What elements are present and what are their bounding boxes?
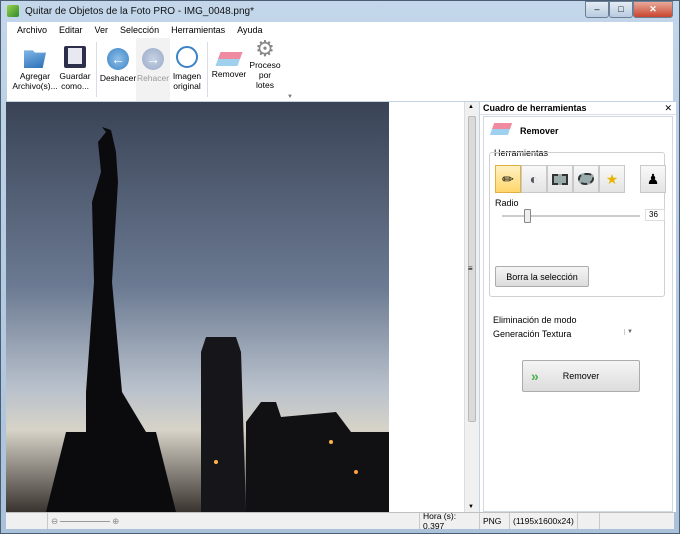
image-canvas[interactable] (6, 102, 389, 512)
ribbon-expand-icon[interactable]: ▼ (287, 94, 293, 100)
menu-archivo[interactable]: Archivo (17, 25, 47, 35)
zoom-in-icon[interactable]: ⊕ (112, 516, 119, 527)
chevron-down-icon: ▼ (624, 329, 633, 335)
title-bar: Quitar de Objetos de la Foto PRO - IMG_0… (5, 1, 675, 21)
radius-label: Radio (495, 198, 519, 208)
status-dimensions: (1195x1600x24) (510, 513, 578, 529)
menu-editar[interactable]: Editar (59, 25, 83, 35)
undo-button[interactable]: ← Deshacer (100, 38, 136, 101)
mode-dropdown[interactable]: Generación Textura ▼ (493, 329, 633, 343)
remove-action-button[interactable]: » Remover (522, 360, 640, 392)
toolbox-panel: Cuadro de herramientas ✕ Remover Herrami… (479, 102, 676, 512)
status-format: PNG (480, 513, 510, 529)
gear-icon: ⚙ (254, 38, 276, 60)
redo-arrow-icon: → (142, 48, 164, 70)
photo-silhouette (6, 102, 389, 512)
magic-wand-icon: ★ (606, 171, 619, 188)
status-bar: ⊖⊕ Hora (s): 0.397 PNG (1195x1600x24) (6, 512, 674, 529)
folder-icon (24, 46, 46, 68)
clock-icon (176, 46, 198, 68)
undo-arrow-icon: ← (107, 48, 129, 70)
panel-title: Cuadro de herramientas (483, 103, 587, 113)
remove-button[interactable]: Remover (211, 38, 247, 101)
eraser-icon (215, 52, 242, 66)
status-cell (578, 513, 600, 529)
clear-selection-button[interactable]: Borra la selección (495, 266, 589, 287)
pencil-icon: ✏ (502, 171, 514, 188)
scroll-up-arrow[interactable]: ▲ (468, 104, 474, 110)
minimize-button[interactable]: – (585, 1, 609, 18)
menu-seleccion[interactable]: Selección (120, 25, 159, 35)
status-time: Hora (s): 0.397 (420, 513, 480, 529)
app-icon (7, 5, 19, 17)
eraser-icon (490, 123, 512, 135)
rectangle-selection-icon (552, 174, 568, 185)
tool-pencil[interactable]: ✏ (495, 165, 521, 193)
redo-button[interactable]: → Rehacer (136, 38, 170, 101)
stamp-icon: ♟ (647, 171, 660, 188)
radius-slider[interactable] (502, 215, 640, 217)
zoom-slider[interactable]: ⊖⊕ (48, 513, 420, 529)
floppy-disk-icon (64, 46, 86, 68)
app-window: Quitar de Objetos de la Foto PRO - IMG_0… (0, 0, 680, 534)
radius-value-field[interactable]: 36 (645, 209, 665, 221)
menu-ver[interactable]: Ver (95, 25, 109, 35)
menu-ayuda[interactable]: Ayuda (237, 25, 262, 35)
tool-stamp[interactable]: ♟ (640, 165, 666, 193)
mode-label: Eliminación de modo (493, 315, 577, 325)
close-button[interactable]: ✕ (633, 1, 673, 18)
tool-magic-wand[interactable]: ★ (599, 165, 625, 193)
panel-splitter-grip[interactable]: ≡ (468, 264, 473, 273)
canvas-background (389, 102, 464, 512)
ribbon-toolbar: Agregar Archivo(s)... Guardar como... ← … (7, 38, 673, 102)
tool-lasso[interactable] (573, 165, 599, 193)
zoom-out-icon[interactable]: ⊖ (51, 516, 58, 527)
vertical-scrollbar[interactable]: ▲ ≡ ▼ (464, 102, 479, 512)
save-as-button[interactable]: Guardar como... (57, 38, 93, 101)
batch-process-button[interactable]: ⚙ Proceso por lotes (247, 38, 283, 101)
menu-herramientas[interactable]: Herramientas (171, 25, 225, 35)
scroll-down-arrow[interactable]: ▼ (468, 504, 474, 510)
play-arrow-icon: » (531, 368, 539, 384)
separator (96, 42, 97, 97)
maximize-button[interactable]: □ (609, 1, 633, 18)
lasso-icon (578, 173, 594, 185)
section-title: Remover (520, 126, 559, 136)
menu-bar: Archivo Editar Ver Selección Herramienta… (7, 22, 673, 38)
window-title: Quitar de Objetos de la Foto PRO - IMG_0… (25, 6, 254, 17)
tool-rectangle-selection[interactable] (547, 165, 573, 193)
add-files-button[interactable]: Agregar Archivo(s)... (13, 38, 57, 101)
original-image-button[interactable]: Imagen original (170, 38, 204, 101)
radius-slider-thumb[interactable] (524, 209, 531, 223)
tools-group: ✏ ◐ ★ ♟ Radio 36 Borra la selección (489, 152, 665, 297)
eraser-selection-icon: ◐ (530, 171, 538, 187)
status-cell (6, 513, 48, 529)
separator (207, 42, 208, 97)
tool-eraser-selection[interactable]: ◐ (521, 165, 547, 193)
panel-close-icon[interactable]: ✕ (664, 102, 672, 115)
